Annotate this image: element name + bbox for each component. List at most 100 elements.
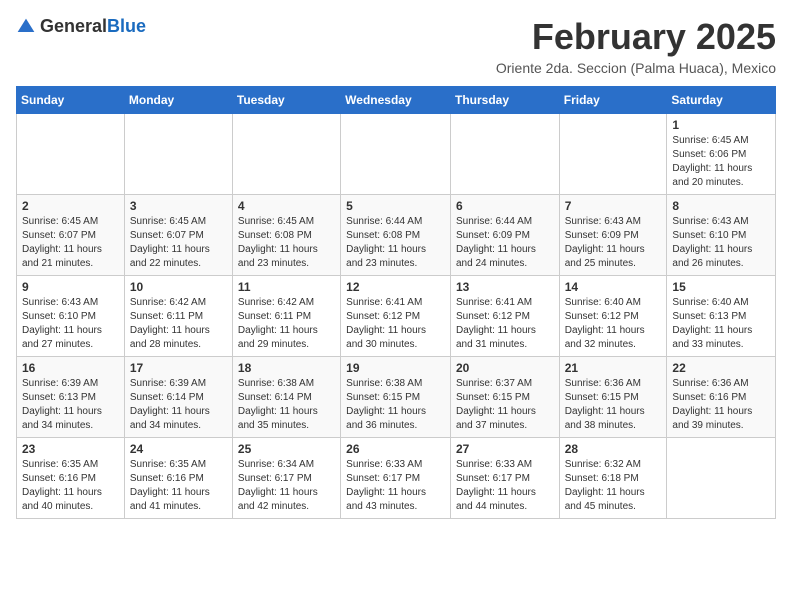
day-cell: 10 Sunrise: 6:42 AM Sunset: 6:11 PM Dayli…	[124, 276, 232, 357]
day-number: 25	[238, 442, 335, 456]
day-cell: 24Sunrise: 6:35 AM Sunset: 6:16 PM Dayli…	[124, 438, 232, 519]
day-details: Sunrise: 6:38 AM Sunset: 6:14 PM Dayligh…	[238, 377, 335, 433]
day-cell	[124, 114, 232, 195]
day-cell	[17, 114, 125, 195]
col-thursday: Thursday	[450, 87, 559, 114]
day-cell: 17Sunrise: 6:39 AM Sunset: 6:14 PM Dayli…	[124, 357, 232, 438]
day-number: 6	[456, 199, 554, 213]
day-details: Sunrise: 6:35 AM Sunset: 6:16 PM Dayligh…	[130, 458, 227, 514]
day-details: Sunrise: 6:40 AM Sunset: 6:13 PM Dayligh…	[672, 296, 770, 352]
day-number: 3	[130, 199, 227, 213]
day-cell: 9 Sunrise: 6:43 AM Sunset: 6:10 PM Daylig…	[17, 276, 125, 357]
day-details: Sunrise: 6:34 AM Sunset: 6:17 PM Dayligh…	[238, 458, 335, 514]
day-details: Sunrise: 6:37 AM Sunset: 6:15 PM Dayligh…	[456, 377, 554, 433]
col-saturday: Saturday	[667, 87, 776, 114]
day-details: Sunrise: 6:40 AM Sunset: 6:12 PM Dayligh…	[565, 296, 662, 352]
day-cell: 21 Sunrise: 6:36 AM Sunset: 6:15 PM Dayli…	[559, 357, 667, 438]
day-number: 9	[22, 280, 119, 294]
calendar-table: Sunday Monday Tuesday Wednesday Thursday…	[16, 86, 776, 519]
day-details: Sunrise: 6:44 AM Sunset: 6:08 PM Dayligh…	[346, 215, 445, 271]
day-details: Sunrise: 6:33 AM Sunset: 6:17 PM Dayligh…	[346, 458, 445, 514]
header: GeneralBlue February 2025 Oriente 2da. S…	[16, 16, 776, 76]
day-details: Sunrise: 6:41 AM Sunset: 6:12 PM Dayligh…	[346, 296, 445, 352]
col-wednesday: Wednesday	[341, 87, 451, 114]
day-details: Sunrise: 6:45 AM Sunset: 6:06 PM Dayligh…	[672, 134, 770, 190]
day-number: 1	[672, 118, 770, 132]
day-number: 7	[565, 199, 662, 213]
day-number: 21	[565, 361, 662, 375]
day-number: 11	[238, 280, 335, 294]
day-cell: 1 Sunrise: 6:45 AM Sunset: 6:06 PM Daylig…	[667, 114, 776, 195]
day-number: 13	[456, 280, 554, 294]
day-cell	[232, 114, 340, 195]
day-cell: 16 Sunrise: 6:39 AM Sunset: 6:13 PM Dayli…	[17, 357, 125, 438]
logo: GeneralBlue	[16, 16, 146, 37]
day-cell	[341, 114, 451, 195]
day-cell: 27 Sunrise: 6:33 AM Sunset: 6:17 PM Dayli…	[450, 438, 559, 519]
day-cell: 28Sunrise: 6:32 AM Sunset: 6:18 PM Dayli…	[559, 438, 667, 519]
day-number: 22	[672, 361, 770, 375]
day-number: 5	[346, 199, 445, 213]
week-row-4: 16 Sunrise: 6:39 AM Sunset: 6:13 PM Dayli…	[17, 357, 776, 438]
day-cell: 22Sunrise: 6:36 AM Sunset: 6:16 PM Dayli…	[667, 357, 776, 438]
day-number: 23	[22, 442, 119, 456]
day-cell: 13 Sunrise: 6:41 AM Sunset: 6:12 PM Dayli…	[450, 276, 559, 357]
logo-blue: Blue	[107, 16, 146, 36]
day-cell: 4 Sunrise: 6:45 AM Sunset: 6:08 PM Daylig…	[232, 195, 340, 276]
col-monday: Monday	[124, 87, 232, 114]
day-details: Sunrise: 6:43 AM Sunset: 6:09 PM Dayligh…	[565, 215, 662, 271]
day-details: Sunrise: 6:43 AM Sunset: 6:10 PM Dayligh…	[22, 296, 119, 352]
day-number: 19	[346, 361, 445, 375]
day-details: Sunrise: 6:45 AM Sunset: 6:07 PM Dayligh…	[130, 215, 227, 271]
day-cell: 6 Sunrise: 6:44 AM Sunset: 6:09 PM Daylig…	[450, 195, 559, 276]
day-cell: 14 Sunrise: 6:40 AM Sunset: 6:12 PM Dayli…	[559, 276, 667, 357]
logo-text: GeneralBlue	[40, 16, 146, 37]
day-details: Sunrise: 6:43 AM Sunset: 6:10 PM Dayligh…	[672, 215, 770, 271]
month-title: February 2025	[496, 16, 776, 58]
day-number: 2	[22, 199, 119, 213]
col-tuesday: Tuesday	[232, 87, 340, 114]
day-cell	[667, 438, 776, 519]
day-details: Sunrise: 6:42 AM Sunset: 6:11 PM Dayligh…	[238, 296, 335, 352]
day-cell: 23 Sunrise: 6:35 AM Sunset: 6:16 PM Dayli…	[17, 438, 125, 519]
day-cell: 18 Sunrise: 6:38 AM Sunset: 6:14 PM Dayli…	[232, 357, 340, 438]
header-row: Sunday Monday Tuesday Wednesday Thursday…	[17, 87, 776, 114]
week-row-3: 9 Sunrise: 6:43 AM Sunset: 6:10 PM Daylig…	[17, 276, 776, 357]
week-row-5: 23 Sunrise: 6:35 AM Sunset: 6:16 PM Dayli…	[17, 438, 776, 519]
day-cell: 12 Sunrise: 6:41 AM Sunset: 6:12 PM Dayli…	[341, 276, 451, 357]
day-cell: 11 Sunrise: 6:42 AM Sunset: 6:11 PM Dayli…	[232, 276, 340, 357]
day-details: Sunrise: 6:45 AM Sunset: 6:07 PM Dayligh…	[22, 215, 119, 271]
day-number: 20	[456, 361, 554, 375]
day-cell: 26 Sunrise: 6:33 AM Sunset: 6:17 PM Dayli…	[341, 438, 451, 519]
day-details: Sunrise: 6:45 AM Sunset: 6:08 PM Dayligh…	[238, 215, 335, 271]
day-number: 10	[130, 280, 227, 294]
day-number: 8	[672, 199, 770, 213]
day-details: Sunrise: 6:36 AM Sunset: 6:15 PM Dayligh…	[565, 377, 662, 433]
day-number: 15	[672, 280, 770, 294]
day-number: 12	[346, 280, 445, 294]
day-number: 17	[130, 361, 227, 375]
day-cell: 8 Sunrise: 6:43 AM Sunset: 6:10 PM Daylig…	[667, 195, 776, 276]
day-cell: 20 Sunrise: 6:37 AM Sunset: 6:15 PM Dayli…	[450, 357, 559, 438]
day-details: Sunrise: 6:44 AM Sunset: 6:09 PM Dayligh…	[456, 215, 554, 271]
day-number: 26	[346, 442, 445, 456]
day-details: Sunrise: 6:41 AM Sunset: 6:12 PM Dayligh…	[456, 296, 554, 352]
week-row-1: 1 Sunrise: 6:45 AM Sunset: 6:06 PM Daylig…	[17, 114, 776, 195]
day-number: 18	[238, 361, 335, 375]
day-details: Sunrise: 6:39 AM Sunset: 6:13 PM Dayligh…	[22, 377, 119, 433]
week-row-2: 2 Sunrise: 6:45 AM Sunset: 6:07 PM Daylig…	[17, 195, 776, 276]
day-cell	[450, 114, 559, 195]
col-sunday: Sunday	[17, 87, 125, 114]
day-details: Sunrise: 6:33 AM Sunset: 6:17 PM Dayligh…	[456, 458, 554, 514]
day-number: 4	[238, 199, 335, 213]
day-cell: 7 Sunrise: 6:43 AM Sunset: 6:09 PM Daylig…	[559, 195, 667, 276]
day-number: 14	[565, 280, 662, 294]
day-details: Sunrise: 6:35 AM Sunset: 6:16 PM Dayligh…	[22, 458, 119, 514]
day-number: 16	[22, 361, 119, 375]
day-details: Sunrise: 6:42 AM Sunset: 6:11 PM Dayligh…	[130, 296, 227, 352]
day-number: 27	[456, 442, 554, 456]
day-cell: 15 Sunrise: 6:40 AM Sunset: 6:13 PM Dayli…	[667, 276, 776, 357]
logo-icon	[16, 17, 36, 37]
day-details: Sunrise: 6:38 AM Sunset: 6:15 PM Dayligh…	[346, 377, 445, 433]
day-cell: 2 Sunrise: 6:45 AM Sunset: 6:07 PM Daylig…	[17, 195, 125, 276]
